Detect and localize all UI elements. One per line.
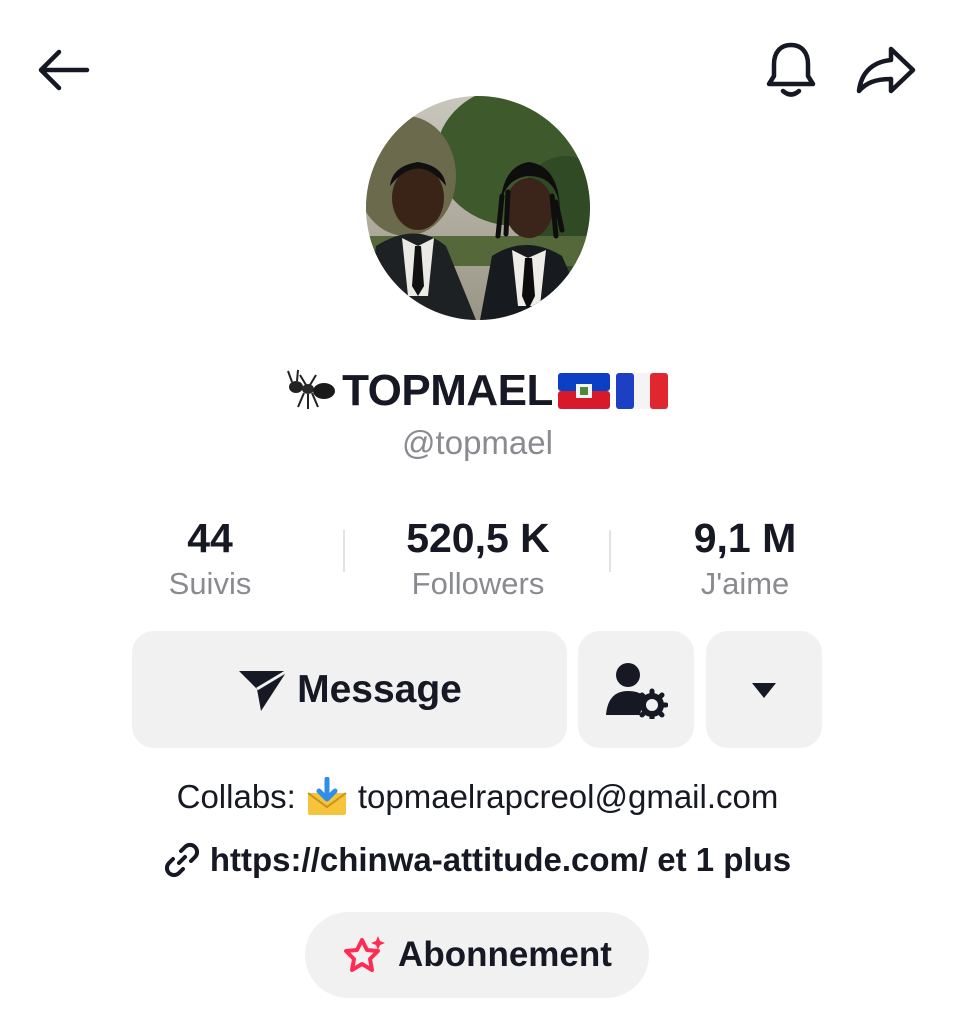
following-label: Suivis <box>168 566 252 601</box>
ant-emoji-icon <box>287 369 336 409</box>
message-button[interactable]: Message <box>132 631 567 748</box>
stat-divider <box>343 530 345 572</box>
following-count: 44 <box>187 515 233 561</box>
stat-likes[interactable]: 9,1 M J'aime <box>660 512 830 604</box>
link-text: https://chinwa-attitude.com/ et 1 plus <box>209 841 792 878</box>
stat-divider <box>609 530 611 572</box>
bio: Collabs: topmaelrapcreol@gmail.com <box>0 774 955 820</box>
likes-count: 9,1 M <box>693 515 797 561</box>
arrow-left-icon <box>38 49 90 91</box>
add-friend-button[interactable] <box>578 631 694 748</box>
link-icon <box>164 842 199 878</box>
share-arrow-icon <box>856 46 916 94</box>
bio-email: topmaelrapcreol@gmail.com <box>357 778 779 815</box>
france-flag-icon <box>615 373 668 409</box>
incoming-envelope-icon <box>307 777 347 815</box>
haiti-flag-icon <box>557 373 610 409</box>
likes-label: J'aime <box>700 566 790 601</box>
more-options-button[interactable] <box>706 631 822 748</box>
stat-followers[interactable]: 520,5 K Followers <box>368 512 588 604</box>
stat-following[interactable]: 44 Suivis <box>140 512 280 604</box>
profile-page: TOPMAEL @topmael 44 Suivis 520,5 K Follo… <box>0 0 955 1024</box>
avatar-image <box>366 96 590 320</box>
back-button[interactable] <box>28 38 98 102</box>
user-settings-icon <box>606 662 668 719</box>
star-sparkle-icon <box>344 936 386 972</box>
profile-link[interactable]: https://chinwa-attitude.com/ et 1 plus <box>0 836 955 884</box>
subscription-button[interactable]: Abonnement <box>305 912 649 998</box>
display-name: TOPMAEL <box>342 366 553 415</box>
username-handle: @topmael <box>402 424 553 461</box>
notification-button[interactable] <box>758 38 824 102</box>
display-name-row: TOPMAEL <box>0 362 955 420</box>
message-label: Message <box>297 667 462 711</box>
followers-count: 520,5 K <box>406 515 550 561</box>
share-button[interactable] <box>848 38 924 102</box>
subscription-label: Abonnement <box>398 935 612 974</box>
bio-prefix: Collabs: <box>176 778 296 815</box>
bell-icon <box>766 42 816 97</box>
avatar[interactable] <box>366 96 590 320</box>
paper-plane-icon <box>239 669 288 711</box>
caret-down-icon <box>752 682 776 698</box>
followers-label: Followers <box>411 566 545 601</box>
